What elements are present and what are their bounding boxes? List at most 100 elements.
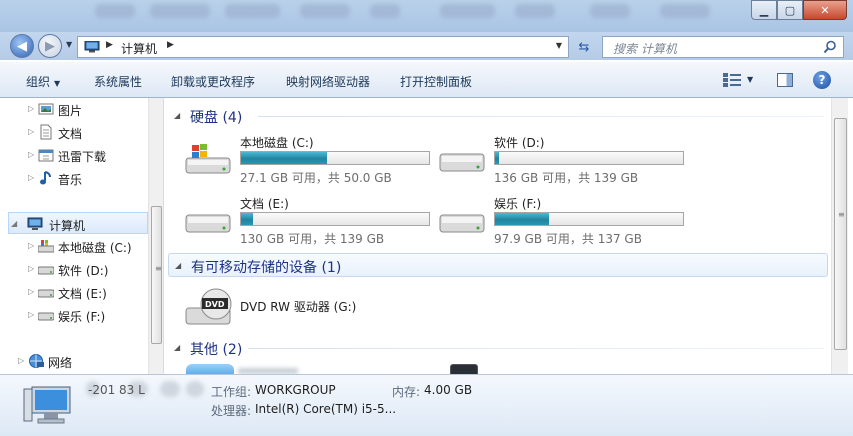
nav-item-network[interactable]: ▷ 网络 xyxy=(0,350,148,372)
computer-icon xyxy=(23,386,71,424)
drive-name: 本地磁盘 (C:) xyxy=(240,136,314,150)
group-hard-disks[interactable]: ◢ 硬盘 (4) xyxy=(168,104,828,128)
organize-label: 组织 xyxy=(26,75,51,89)
nav-item-music[interactable]: ▷ 音乐 xyxy=(0,167,148,189)
group-title: 硬盘 (4) xyxy=(190,110,243,126)
help-icon[interactable]: ? xyxy=(813,71,831,89)
search-icon[interactable] xyxy=(823,40,837,54)
nav-item-label: 网络 xyxy=(48,356,73,370)
refresh-button[interactable]: ⇆ xyxy=(572,36,596,58)
drive-icon xyxy=(38,266,54,275)
nav-scrollbar[interactable]: ≡ xyxy=(148,98,163,374)
dvd-badge: DVD xyxy=(205,300,225,309)
expand-arrow-icon[interactable]: ▷ xyxy=(28,310,34,319)
usage-fill xyxy=(241,152,328,164)
expand-arrow-icon[interactable]: ▷ xyxy=(28,150,34,159)
drive-icon xyxy=(38,312,54,321)
drive-d[interactable]: 软件 (D:) 136 GB 可用，共 139 GB xyxy=(438,134,688,188)
group-other[interactable]: ◢ 其他 (2) xyxy=(168,336,828,360)
drive-icon xyxy=(185,214,231,233)
nav-scrollbar-thumb[interactable]: ≡ xyxy=(151,206,162,344)
windows-drive-icon xyxy=(38,240,54,253)
collapse-arrow-icon[interactable]: ◢ xyxy=(174,343,180,352)
view-options-dropdown[interactable]: ▼ xyxy=(747,75,753,84)
minimize-button[interactable]: ▁ xyxy=(751,0,777,20)
close-button[interactable]: ✕ xyxy=(803,0,847,20)
usage-bar xyxy=(494,151,684,165)
expand-arrow-icon[interactable]: ▷ xyxy=(28,127,34,136)
workgroup-value: WORKGROUP xyxy=(255,383,336,397)
details-pane: -201 83 L 工作组: WORKGROUP 内存: 4.00 GB 处理器… xyxy=(0,374,853,436)
search-placeholder: 搜索 计算机 xyxy=(613,42,677,56)
blurred-title-text xyxy=(150,4,210,18)
title-bar: ▁ ▢ ✕ xyxy=(0,0,853,32)
search-input[interactable]: 搜索 计算机 xyxy=(602,36,844,58)
grip-icon: ≡ xyxy=(155,264,162,273)
content-scrollbar-thumb[interactable]: ≡ xyxy=(834,118,847,350)
breadcrumb-separator[interactable]: ▶ xyxy=(106,40,113,50)
expand-arrow-icon[interactable]: ▷ xyxy=(28,264,34,273)
preview-pane-icon[interactable] xyxy=(777,73,793,87)
nav-item-label: 计算机 xyxy=(49,219,86,233)
other-item-icon[interactable] xyxy=(186,364,234,374)
processor-value: Intel(R) Core(TM) i5-5... xyxy=(255,402,397,416)
chevron-down-icon: ▼ xyxy=(54,79,61,88)
usage-fill xyxy=(241,213,254,225)
back-button[interactable]: ◀ xyxy=(10,34,34,58)
uninstall-program-button[interactable]: 卸载或更改程序 xyxy=(171,73,255,90)
dvd-drive[interactable]: DVD DVD RW 驱动器 (G:) xyxy=(184,284,434,338)
expand-arrow-icon[interactable]: ▷ xyxy=(28,173,34,182)
forward-button[interactable]: ▶ xyxy=(38,34,62,58)
maximize-button[interactable]: ▢ xyxy=(777,0,803,20)
content-area: ◢ 硬盘 (4) 本地磁盘 (C:) 27.1 GB 可用，共 50.0 GB … xyxy=(164,98,831,374)
nav-item-label: 文档 xyxy=(58,127,83,141)
address-dropdown[interactable]: ▼ xyxy=(556,41,562,50)
system-properties-button[interactable]: 系统属性 xyxy=(94,73,142,90)
breadcrumb-computer[interactable]: 计算机 xyxy=(121,40,157,57)
group-divider xyxy=(258,116,824,117)
nav-item-label: 文档 (E:) xyxy=(58,287,107,301)
other-item-device-icon[interactable] xyxy=(450,364,478,374)
nav-item-drive-e[interactable]: ▷ 文档 (E:) xyxy=(0,281,148,303)
nav-item-label: 本地磁盘 (C:) xyxy=(58,241,132,255)
nav-item-documents[interactable]: ▷ 文档 xyxy=(0,121,148,143)
address-bar[interactable]: ▶ 计算机 ▶ ▼ xyxy=(77,36,569,58)
group-removable[interactable]: ◢ 有可移动存储的设备 (1) xyxy=(168,253,828,277)
usage-bar xyxy=(240,212,430,226)
computer-icon xyxy=(27,217,43,230)
drive-name: DVD RW 驱动器 (G:) xyxy=(240,300,357,314)
collapse-arrow-icon[interactable]: ◢ xyxy=(175,261,181,270)
nav-item-downloads[interactable]: ▷ 迅雷下载 xyxy=(0,144,148,166)
nav-item-pictures[interactable]: ▷ 图片 xyxy=(0,98,148,120)
nav-item-label: 软件 (D:) xyxy=(58,264,109,278)
command-bar: 组织 ▼ 系统属性 卸载或更改程序 映射网络驱动器 打开控制面板 ▼ ? xyxy=(0,62,853,98)
open-control-panel-button[interactable]: 打开控制面板 xyxy=(400,73,472,90)
nav-item-drive-d[interactable]: ▷ 软件 (D:) xyxy=(0,258,148,280)
expand-arrow-icon[interactable]: ▷ xyxy=(28,287,34,296)
expand-arrow-icon[interactable]: ▷ xyxy=(28,241,34,250)
nav-item-drive-c[interactable]: ▷ 本地磁盘 (C:) xyxy=(0,235,148,257)
drive-e[interactable]: 文档 (E:) 130 GB 可用，共 139 GB xyxy=(184,195,434,249)
collapse-arrow-icon[interactable]: ◢ xyxy=(174,111,180,120)
content-scrollbar[interactable]: ≡ xyxy=(831,98,848,374)
blurred-title-text xyxy=(660,4,710,18)
usage-bar xyxy=(494,212,684,226)
map-network-drive-button[interactable]: 映射网络驱动器 xyxy=(286,73,370,90)
nav-item-label: 娱乐 (F:) xyxy=(58,310,106,324)
expand-arrow-icon[interactable]: ▷ xyxy=(18,356,24,365)
drive-f[interactable]: 娱乐 (F:) 97.9 GB 可用，共 137 GB xyxy=(438,195,688,249)
computer-name: -201 83 L xyxy=(88,383,145,397)
drive-c[interactable]: 本地磁盘 (C:) 27.1 GB 可用，共 50.0 GB xyxy=(184,134,434,188)
workgroup-label: 工作组: xyxy=(211,385,252,399)
expand-arrow-icon[interactable]: ▷ xyxy=(28,104,34,113)
blurred-title-text xyxy=(95,4,135,18)
collapse-arrow-icon[interactable]: ◢ xyxy=(11,219,17,228)
nav-item-computer[interactable]: ◢ 计算机 xyxy=(8,212,148,234)
organize-menu[interactable]: 组织 ▼ xyxy=(26,73,60,90)
nav-item-drive-f[interactable]: ▷ 娱乐 (F:) xyxy=(0,304,148,326)
usage-bar xyxy=(240,151,430,165)
recent-pages-dropdown[interactable]: ▼ xyxy=(66,40,72,49)
breadcrumb-separator[interactable]: ▶ xyxy=(167,40,174,50)
change-view-icon[interactable] xyxy=(723,73,741,87)
usage-fill xyxy=(495,152,500,164)
